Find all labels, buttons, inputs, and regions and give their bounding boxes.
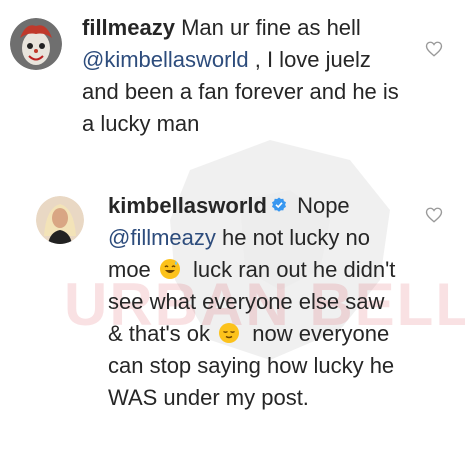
mention-link[interactable]: @kimbellasworld bbox=[82, 47, 249, 72]
sweat-smile-emoji-icon bbox=[159, 259, 180, 280]
comment-body-start: Man ur fine as hell bbox=[181, 15, 361, 40]
avatar[interactable] bbox=[36, 196, 84, 244]
comment-username[interactable]: kimbellasworld bbox=[108, 193, 267, 218]
heart-outline-icon[interactable] bbox=[425, 206, 443, 224]
comment-body-start: Nope bbox=[297, 193, 350, 218]
verified-badge-icon bbox=[271, 197, 286, 212]
comment-text: fillmeazy Man ur fine as hell @kimbellas… bbox=[82, 12, 412, 140]
clown-avatar-icon bbox=[10, 18, 62, 70]
comment-text: kimbellasworld Nope @fillmeazy he not lu… bbox=[108, 190, 404, 414]
avatar[interactable] bbox=[10, 18, 62, 70]
relieved-face-emoji-icon bbox=[219, 323, 240, 344]
heart-outline-icon[interactable] bbox=[425, 40, 443, 58]
mention-link[interactable]: @fillmeazy bbox=[108, 225, 216, 250]
woman-avatar-icon bbox=[36, 196, 84, 244]
comment-username[interactable]: fillmeazy bbox=[82, 15, 175, 40]
